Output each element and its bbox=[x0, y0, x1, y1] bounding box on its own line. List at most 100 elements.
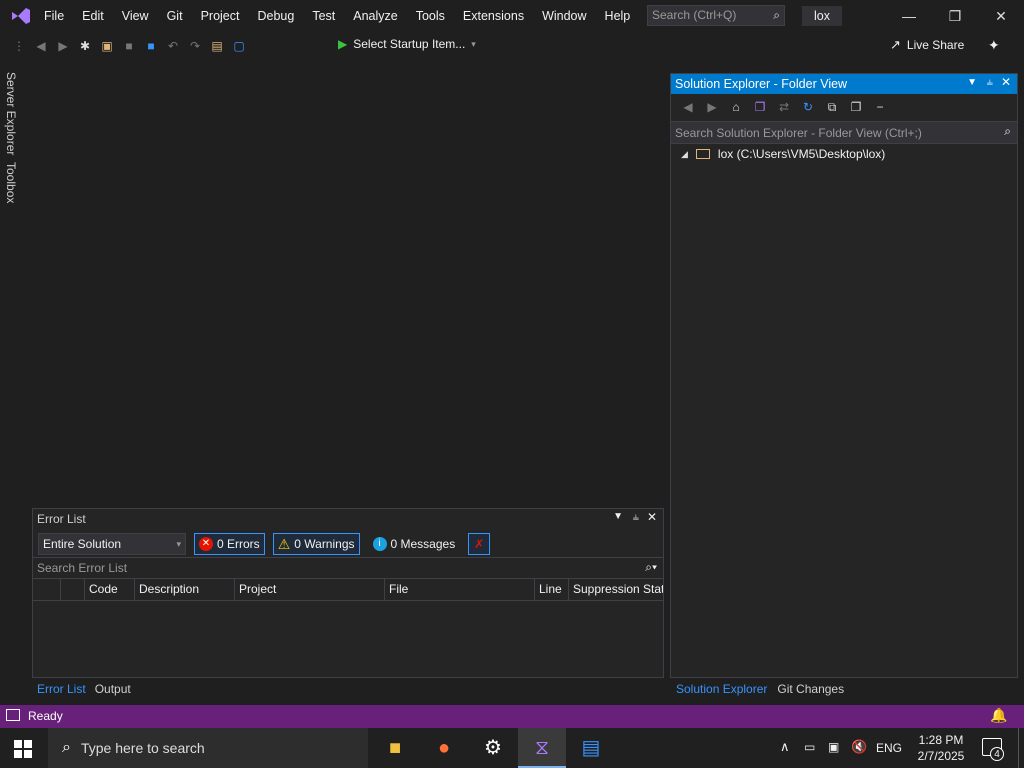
menu-view[interactable]: View bbox=[113, 0, 158, 32]
forward-icon[interactable]: ▶ bbox=[703, 98, 721, 116]
tab-solution-explorer[interactable]: Solution Explorer bbox=[670, 680, 773, 698]
col-code[interactable]: Code bbox=[85, 578, 135, 600]
col-line[interactable]: Line bbox=[535, 578, 569, 600]
menu-file[interactable]: File bbox=[35, 0, 73, 32]
notifications-icon[interactable]: 🔔 bbox=[990, 707, 1007, 724]
chevron-up-icon[interactable]: ∧ bbox=[780, 739, 790, 755]
error-search-input[interactable]: Search Error List ⌕▾ bbox=[33, 557, 663, 579]
solution-name: lox bbox=[802, 6, 842, 26]
dropdown-icon[interactable]: ▼ bbox=[967, 77, 977, 88]
menu-git[interactable]: Git bbox=[158, 0, 192, 32]
settings-gear-icon[interactable]: ⚙ bbox=[469, 728, 517, 768]
collapse-all-icon[interactable]: ⧉ bbox=[823, 98, 841, 116]
scope-value: Entire Solution bbox=[43, 537, 122, 551]
show-desktop-button[interactable] bbox=[1018, 728, 1024, 768]
editor-area bbox=[24, 62, 668, 505]
col-suppression[interactable]: Suppression State bbox=[569, 578, 663, 600]
server-explorer-tab[interactable]: Server Explorer bbox=[4, 72, 18, 155]
error-search-placeholder: Search Error List bbox=[37, 561, 128, 575]
language-indicator[interactable]: ENG bbox=[876, 741, 902, 755]
menu-tools[interactable]: Tools bbox=[407, 0, 454, 32]
close-panel-icon[interactable]: ✕ bbox=[647, 510, 657, 524]
sync-icon[interactable]: ⇄ bbox=[775, 98, 793, 116]
warnings-count: 0 Warnings bbox=[294, 537, 355, 551]
pin-icon[interactable]: ⫨ bbox=[633, 511, 639, 524]
feedback-icon[interactable]: ✦ bbox=[988, 37, 1000, 54]
open-folder-icon[interactable]: ▣ bbox=[98, 37, 116, 55]
start-label: Select Startup Item... bbox=[353, 37, 466, 51]
tab-error-list[interactable]: Error List bbox=[32, 680, 91, 698]
refresh-icon[interactable]: ↻ bbox=[799, 98, 817, 116]
col-blank[interactable] bbox=[33, 578, 61, 600]
col-sort-icon[interactable] bbox=[61, 578, 85, 600]
scope-select[interactable]: Entire Solution ▾ bbox=[38, 533, 186, 555]
windows-start-icon[interactable] bbox=[14, 740, 32, 758]
play-icon: ▶ bbox=[338, 37, 348, 51]
restore-button[interactable]: ❐ bbox=[932, 0, 978, 32]
tab-output[interactable]: Output bbox=[91, 680, 135, 698]
start-button[interactable]: ▶ Select Startup Item... ▾ bbox=[338, 37, 476, 51]
undo-icon[interactable]: ↶ bbox=[164, 37, 182, 55]
server-manager-icon[interactable]: ▤ bbox=[567, 728, 615, 768]
clock-date: 2/7/2025 bbox=[917, 749, 965, 763]
live-share-button[interactable]: ↗ Live Share bbox=[890, 37, 964, 53]
new-project-icon[interactable]: ✱ bbox=[76, 37, 94, 55]
properties-icon[interactable]: − bbox=[871, 98, 889, 116]
menu-analyze[interactable]: Analyze bbox=[344, 0, 406, 32]
menu-bar: File Edit View Git Project Debug Test An… bbox=[35, 0, 639, 32]
toolbox-tab[interactable]: Toolbox bbox=[4, 162, 18, 203]
menu-edit[interactable]: Edit bbox=[73, 0, 113, 32]
clock-time: 1:28 PM bbox=[918, 733, 964, 747]
save-all-icon[interactable]: ■ bbox=[142, 37, 160, 55]
folder-icon bbox=[695, 149, 710, 159]
switch-views-icon[interactable]: ❐ bbox=[751, 98, 769, 116]
minimize-button[interactable]: — bbox=[886, 0, 932, 32]
search-icon: ⌕▾ bbox=[645, 560, 657, 574]
show-all-files-icon[interactable]: ❐ bbox=[847, 98, 865, 116]
home-icon[interactable]: ⌂ bbox=[727, 98, 745, 116]
col-project[interactable]: Project bbox=[235, 578, 385, 600]
menu-test[interactable]: Test bbox=[303, 0, 344, 32]
error-icon: ✕ bbox=[199, 537, 213, 551]
network-icon[interactable]: ▣ bbox=[828, 740, 839, 754]
back-icon[interactable]: ◀ bbox=[32, 37, 50, 55]
battery-icon[interactable]: ▭ bbox=[804, 740, 815, 754]
firefox-icon[interactable]: ● bbox=[420, 728, 468, 768]
visual-studio-icon[interactable]: ⧖ bbox=[518, 728, 566, 768]
screenshot-icon[interactable]: ▢ bbox=[230, 37, 248, 55]
close-panel-icon[interactable]: ✕ bbox=[1001, 75, 1011, 89]
menu-extensions[interactable]: Extensions bbox=[454, 0, 533, 32]
volume-muted-icon[interactable]: 🔇 bbox=[851, 739, 867, 755]
find-in-files-icon[interactable]: ▤ bbox=[208, 37, 226, 55]
clock[interactable]: 1:28 PM 2/7/2025 bbox=[910, 732, 972, 764]
redo-icon[interactable]: ↷ bbox=[186, 37, 204, 55]
pin-icon[interactable]: ⫨ bbox=[987, 76, 993, 89]
errors-filter-button[interactable]: ✕ 0 Errors bbox=[194, 533, 265, 555]
back-icon[interactable]: ◀ bbox=[679, 98, 697, 116]
file-explorer-icon[interactable]: ■ bbox=[371, 728, 419, 768]
taskbar-search-input[interactable]: ⌕ Type here to search bbox=[48, 728, 368, 768]
col-file[interactable]: File bbox=[385, 578, 535, 600]
solution-search-input[interactable]: Search Solution Explorer - Folder View (… bbox=[671, 121, 1017, 144]
forward-icon[interactable]: ▶ bbox=[54, 37, 72, 55]
warning-icon: ⚠ bbox=[277, 536, 291, 552]
menu-project[interactable]: Project bbox=[192, 0, 249, 32]
col-description[interactable]: Description bbox=[135, 578, 235, 600]
search-input[interactable]: Search (Ctrl+Q) ⌕ bbox=[647, 5, 785, 26]
bottom-panel-tabs: Error List Output bbox=[32, 680, 135, 698]
search-icon: ⌕ bbox=[1004, 124, 1011, 138]
menu-window[interactable]: Window bbox=[533, 0, 595, 32]
tab-git-changes[interactable]: Git Changes bbox=[773, 680, 848, 698]
save-icon[interactable]: ■ bbox=[120, 37, 138, 55]
messages-filter-button[interactable]: i 0 Messages bbox=[368, 533, 461, 555]
close-button[interactable]: ✕ bbox=[978, 0, 1024, 32]
menu-help[interactable]: Help bbox=[596, 0, 640, 32]
vs-logo-icon bbox=[10, 6, 32, 26]
tree-item-label: lox (C:\Users\VM5\Desktop\lox) bbox=[717, 147, 886, 161]
tree-item-root[interactable]: ◢ lox (C:\Users\VM5\Desktop\lox) bbox=[681, 147, 885, 161]
dropdown-icon[interactable]: ▼ bbox=[613, 511, 623, 522]
notification-badge: 4 bbox=[990, 747, 1004, 761]
menu-debug[interactable]: Debug bbox=[248, 0, 303, 32]
filter-icon[interactable]: ✗ bbox=[468, 533, 491, 555]
warnings-filter-button[interactable]: ⚠ 0 Warnings bbox=[272, 533, 360, 555]
